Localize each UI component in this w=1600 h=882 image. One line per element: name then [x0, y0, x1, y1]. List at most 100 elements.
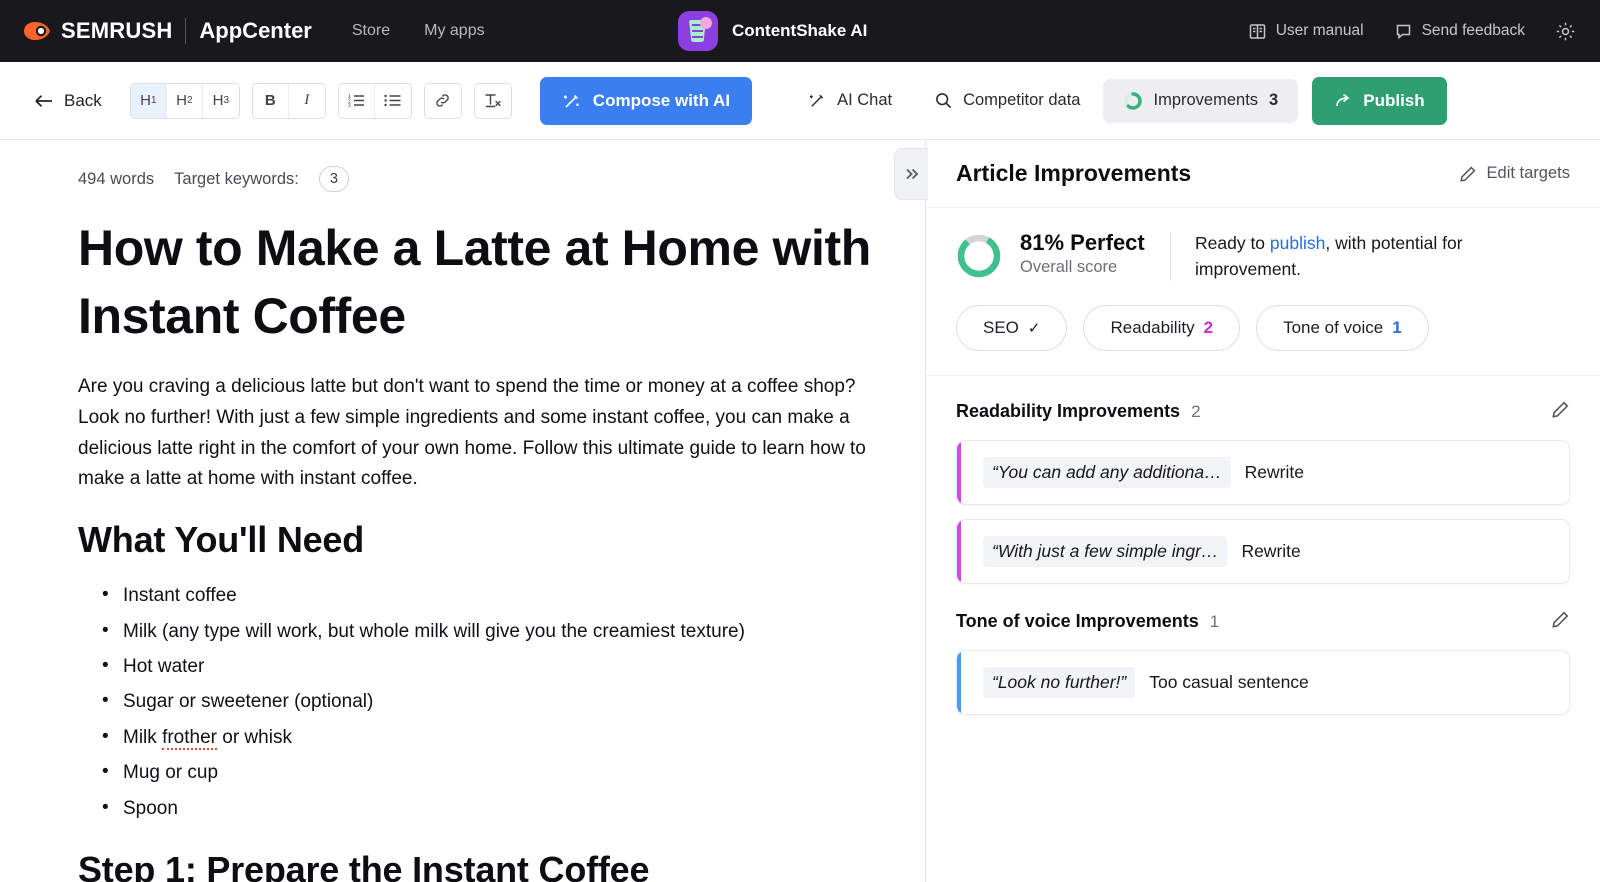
h1-sub: 1	[150, 95, 157, 106]
edit-targets-button[interactable]: Edit targets	[1459, 164, 1570, 183]
clear-formatting-button[interactable]	[474, 83, 511, 118]
improvement-card[interactable]: “Look no further!” Too casual sentence	[956, 649, 1570, 715]
book-icon	[1249, 23, 1265, 39]
score-divider	[1170, 232, 1171, 281]
list-item[interactable]: Milk (any type will work, but whole milk…	[100, 615, 880, 646]
semrush-logo-icon	[24, 22, 50, 40]
chevron-double-right-icon	[906, 168, 919, 180]
back-label: Back	[64, 90, 102, 110]
score-description: Ready to publish, with potential for imp…	[1195, 230, 1555, 283]
publish-link[interactable]: publish	[1270, 233, 1325, 253]
article-section-heading[interactable]: What You'll Need	[78, 519, 880, 561]
top-bar: SEMRUSH AppCenter Store My apps ContentS…	[0, 0, 1600, 62]
h3-label: H	[212, 92, 224, 109]
improvement-card[interactable]: “With just a few simple ingr… Rewrite	[956, 518, 1570, 584]
improvements-button[interactable]: Improvements 3	[1102, 78, 1299, 123]
semrush-brand[interactable]: SEMRUSH AppCenter	[22, 18, 312, 44]
settings-button[interactable]	[1555, 21, 1576, 42]
target-keywords-label: Target keywords:	[174, 169, 299, 188]
tone-section-count: 1	[1209, 611, 1220, 631]
send-feedback-button[interactable]: Send feedback	[1394, 22, 1525, 41]
list-item[interactable]: Mug or cup	[100, 757, 880, 787]
pencil-icon	[1459, 166, 1475, 182]
pill-readability[interactable]: Readability 2	[1083, 304, 1241, 351]
top-bar-actions: User manual Send feedback	[1248, 21, 1576, 42]
document-meta: 494 words Target keywords: 3	[78, 166, 880, 192]
misspelled-word: frother	[162, 726, 217, 750]
pencil-icon	[1552, 401, 1569, 418]
back-button[interactable]: Back	[34, 91, 102, 111]
search-icon	[936, 93, 952, 109]
improvement-quote: “Look no further!”	[983, 666, 1136, 698]
user-manual-button[interactable]: User manual	[1248, 22, 1364, 41]
h2-sub: 2	[186, 95, 193, 106]
heading-h1-button[interactable]: H1	[130, 83, 167, 118]
list-item[interactable]: Sugar or sweetener (optional)	[100, 686, 880, 716]
article-step-heading[interactable]: Step 1: Prepare the Instant Coffee	[78, 849, 880, 882]
overall-score-ring	[957, 234, 1001, 278]
competitor-data-label: Competitor data	[963, 91, 1081, 109]
nav-item-store[interactable]: Store	[352, 22, 390, 40]
improvement-action-label[interactable]: Rewrite	[1245, 462, 1304, 483]
clear-format-group	[473, 82, 512, 119]
article-title[interactable]: How to Make a Latte at Home with Instant…	[78, 214, 880, 350]
ai-chat-icon	[809, 94, 824, 107]
tone-section-title: Tone of voice Improvements	[956, 611, 1199, 631]
pill-seo-check-icon: ✓	[1027, 319, 1041, 337]
pill-tone-label: Tone of voice	[1283, 317, 1384, 337]
readability-section-header: Readability Improvements 2	[956, 400, 1570, 424]
improvement-action-label[interactable]: Rewrite	[1241, 541, 1300, 562]
tone-edit-button[interactable]	[1551, 610, 1570, 634]
improvement-card[interactable]: “You can add any additiona… Rewrite	[956, 439, 1570, 505]
panel-title: Article Improvements	[956, 160, 1192, 186]
bullet-list-button[interactable]	[374, 83, 411, 118]
chat-bubble-icon	[1396, 24, 1410, 39]
compose-with-ai-button[interactable]: Compose with AI	[539, 76, 753, 125]
article-requirements-list: Instant coffee Milk (any type will work,…	[100, 580, 880, 823]
user-manual-label: User manual	[1275, 22, 1364, 39]
link-button[interactable]	[424, 83, 461, 118]
pill-seo-label: SEO	[983, 317, 1019, 337]
publish-button[interactable]: Publish	[1312, 76, 1447, 125]
h2-label: H	[176, 92, 187, 109]
score-percent: 81% Perfect	[1020, 230, 1145, 255]
ordered-list-button[interactable]: 1 2 3	[338, 83, 375, 118]
improvements-count: 3	[1269, 91, 1279, 109]
article-editor[interactable]: 494 words Target keywords: 3 How to Make…	[0, 140, 925, 882]
pill-tone-of-voice[interactable]: Tone of voice 1	[1256, 304, 1429, 351]
pill-seo[interactable]: SEO ✓	[956, 304, 1068, 351]
article-intro-paragraph[interactable]: Are you craving a delicious latte but do…	[78, 372, 880, 495]
improvement-action-label: Too casual sentence	[1149, 671, 1309, 692]
bold-button[interactable]: B	[252, 83, 289, 118]
bullet-list-icon	[384, 94, 401, 107]
app-title: ContentShake AI	[732, 21, 868, 40]
list-item[interactable]: Hot water	[100, 651, 880, 681]
gear-icon	[1556, 22, 1575, 40]
readability-section-count: 2	[1191, 401, 1201, 421]
overall-score-block: 81% Perfect Overall score Ready to publi…	[926, 208, 1600, 283]
publish-label: Publish	[1363, 90, 1425, 110]
italic-button[interactable]: I	[288, 83, 325, 118]
svg-text:3: 3	[348, 103, 351, 108]
score-desc-before: Ready to	[1195, 233, 1270, 253]
improvement-quote: “With just a few simple ingr…	[983, 535, 1228, 567]
list-item[interactable]: Instant coffee	[100, 580, 880, 610]
heading-h2-button[interactable]: H2	[166, 83, 203, 118]
list-item[interactable]: Spoon	[100, 793, 880, 823]
score-sub-label: Overall score	[1020, 258, 1118, 276]
list-item-misspelled[interactable]: Milk frother or whisk	[100, 722, 880, 752]
panel-collapse-button[interactable]	[894, 148, 928, 200]
magic-wand-icon	[563, 94, 579, 108]
ai-chat-button[interactable]: AI Chat	[794, 91, 906, 110]
target-keywords-badge[interactable]: 3	[318, 166, 349, 192]
competitor-data-button[interactable]: Competitor data	[920, 91, 1094, 110]
readability-edit-button[interactable]	[1551, 400, 1570, 424]
brand-subtitle: AppCenter	[199, 18, 312, 43]
ordered-list-icon: 1 2 3	[348, 94, 364, 108]
clear-format-icon	[485, 94, 501, 108]
nav-item-my-apps[interactable]: My apps	[424, 22, 484, 40]
top-nav: Store My apps	[352, 22, 485, 40]
heading-h3-button[interactable]: H3	[202, 83, 239, 118]
contentshake-app-icon	[678, 11, 718, 51]
